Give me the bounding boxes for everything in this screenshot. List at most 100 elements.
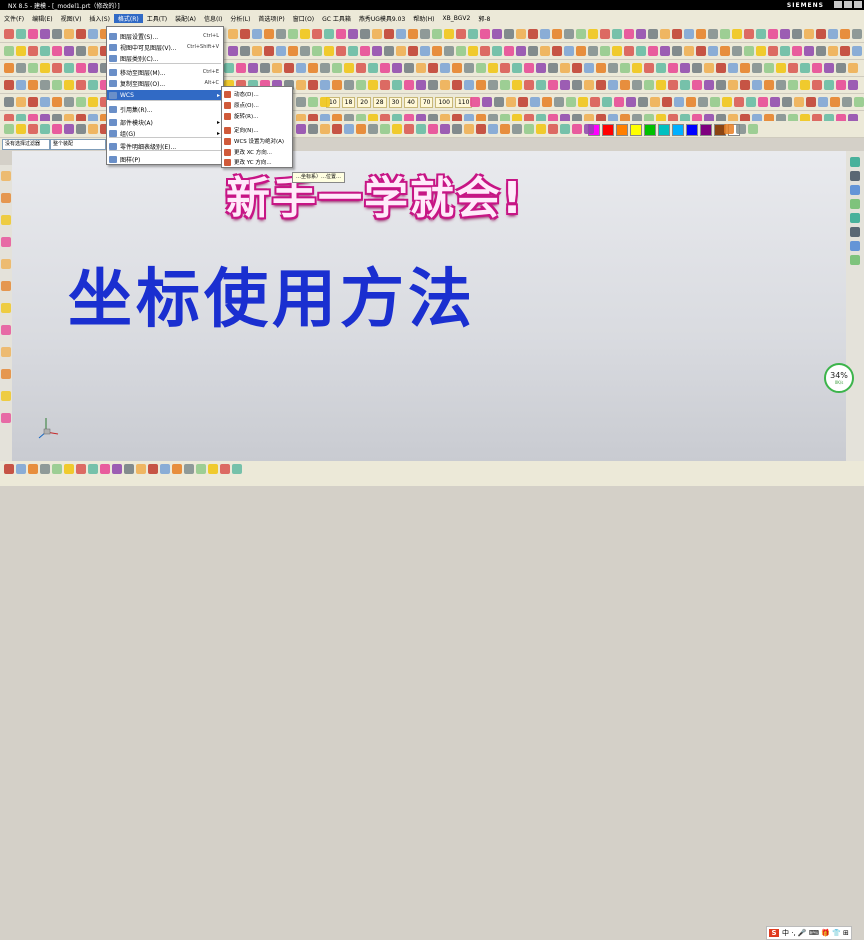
side-tool-icon[interactable] (1, 325, 11, 335)
toolbar-icon[interactable] (506, 97, 516, 107)
toolbar-icon[interactable] (480, 29, 490, 39)
toolbar-icon[interactable] (236, 63, 246, 73)
toolbar-icon[interactable] (632, 63, 642, 73)
toolbar-icon[interactable] (336, 29, 346, 39)
toolbar-icon[interactable] (260, 63, 270, 73)
toolbar-icon[interactable] (468, 29, 478, 39)
toolbar-icon[interactable] (404, 63, 414, 73)
toolbar-icon[interactable] (428, 124, 438, 134)
toolbar-icon[interactable] (320, 63, 330, 73)
toolbar-icon[interactable] (332, 80, 342, 90)
toolbar-icon[interactable] (52, 464, 62, 474)
toolbar-icon[interactable] (674, 97, 684, 107)
toolbar-icon[interactable] (4, 80, 14, 90)
menu-item[interactable]: 分析(L) (226, 14, 254, 23)
toolbar-icon[interactable] (740, 63, 750, 73)
toolbar-icon[interactable] (668, 80, 678, 90)
toolbar-icon[interactable] (488, 124, 498, 134)
toolbar-icon[interactable] (752, 80, 762, 90)
toolbar-icon[interactable] (380, 80, 390, 90)
toolbar-icon[interactable] (524, 124, 534, 134)
toolbar-icon[interactable] (816, 29, 826, 39)
toolbar-icon[interactable] (160, 464, 170, 474)
toolbar-icon[interactable] (344, 63, 354, 73)
toolbar-icon[interactable] (768, 29, 778, 39)
format-menu-item[interactable]: WCS ▸ (107, 90, 223, 100)
toolbar-icon[interactable] (148, 464, 158, 474)
scope-select[interactable]: 整个装配 (50, 139, 106, 150)
toolbar-icon[interactable] (696, 29, 706, 39)
toolbar-icon[interactable] (4, 46, 14, 56)
toolbar-icon[interactable] (440, 124, 450, 134)
toolbar-icon[interactable] (704, 63, 714, 73)
toolbar-icon[interactable] (344, 80, 354, 90)
format-menu-item[interactable]: 复制至图层(O)... Alt+C (107, 78, 223, 88)
toolbar-icon[interactable] (288, 46, 298, 56)
toolbar-icon[interactable] (540, 46, 550, 56)
toolbar-icon[interactable] (636, 29, 646, 39)
toolbar-icon[interactable] (804, 29, 814, 39)
toolbar-icon[interactable] (560, 124, 570, 134)
toolbar-icon[interactable] (76, 46, 86, 56)
toolbar-icon[interactable] (88, 63, 98, 73)
toolbar-icon[interactable] (396, 29, 406, 39)
toolbar-icon[interactable] (608, 80, 618, 90)
toolbar-icon[interactable] (660, 46, 670, 56)
toolbar-icon[interactable] (720, 29, 730, 39)
toolbar-icon[interactable] (312, 29, 322, 39)
toolbar-icon[interactable] (470, 97, 480, 107)
toolbar-icon[interactable] (52, 124, 62, 134)
toolbar-icon[interactable] (812, 80, 822, 90)
toolbar-icon[interactable] (624, 29, 634, 39)
toolbar-icon[interactable] (728, 63, 738, 73)
menu-item[interactable]: 信息(I) (200, 14, 226, 23)
toolbar-icon[interactable] (452, 63, 462, 73)
toolbar-icon[interactable] (416, 63, 426, 73)
toolbar-icon[interactable] (64, 124, 74, 134)
toolbar-icon[interactable] (408, 46, 418, 56)
side-tool-icon[interactable] (1, 303, 11, 313)
toolbar-icon[interactable] (380, 63, 390, 73)
toolbar-icon[interactable] (488, 63, 498, 73)
menu-item[interactable]: 郭-8 (474, 14, 494, 23)
toolbar-icon[interactable] (320, 124, 330, 134)
toolbar-icon[interactable] (752, 63, 762, 73)
toolbar-icon[interactable] (52, 29, 62, 39)
color-swatch[interactable] (686, 124, 698, 136)
toolbar-icon[interactable] (384, 46, 394, 56)
toolbar-icon[interactable] (76, 124, 86, 134)
toolbar-icon[interactable] (16, 80, 26, 90)
toolbar-icon[interactable] (728, 80, 738, 90)
number-button[interactable]: 20 (357, 97, 371, 108)
toolbar-icon[interactable] (396, 46, 406, 56)
toolbar-icon[interactable] (16, 29, 26, 39)
toolbar-icon[interactable] (500, 80, 510, 90)
toolbar-icon[interactable] (64, 63, 74, 73)
toolbar-icon[interactable] (296, 124, 306, 134)
toolbar-icon[interactable] (524, 80, 534, 90)
format-menu-item[interactable]: 引用集(R)... (107, 104, 223, 114)
type-filter-select[interactable]: 没有选择过滤器 (2, 139, 50, 150)
toolbar-icon[interactable] (76, 29, 86, 39)
toolbar-icon[interactable] (776, 63, 786, 73)
ime-tray[interactable]: S 中 ·, 🎤 ⌨ 🎁 👕 ⊞ (766, 926, 852, 940)
toolbar-icon[interactable] (852, 46, 862, 56)
toolbar-icon[interactable] (686, 97, 696, 107)
toolbar-icon[interactable] (852, 29, 862, 39)
wcs-submenu-item[interactable]: 动态(D)... (222, 89, 292, 99)
toolbar-icon[interactable] (744, 29, 754, 39)
color-swatch[interactable] (602, 124, 614, 136)
toolbar-icon[interactable] (52, 97, 62, 107)
toolbar-icon[interactable] (530, 97, 540, 107)
toolbar-icon[interactable] (600, 46, 610, 56)
toolbar-icon[interactable] (812, 63, 822, 73)
toolbar-icon[interactable] (656, 80, 666, 90)
toolbar-icon[interactable] (716, 63, 726, 73)
toolbar-icon[interactable] (40, 29, 50, 39)
toolbar-icon[interactable] (612, 29, 622, 39)
wcs-submenu-item[interactable]: 定向(N)... (222, 125, 292, 135)
toolbar-icon[interactable] (476, 63, 486, 73)
toolbar-icon[interactable] (542, 97, 552, 107)
toolbar-icon[interactable] (744, 46, 754, 56)
toolbar-icon[interactable] (464, 63, 474, 73)
